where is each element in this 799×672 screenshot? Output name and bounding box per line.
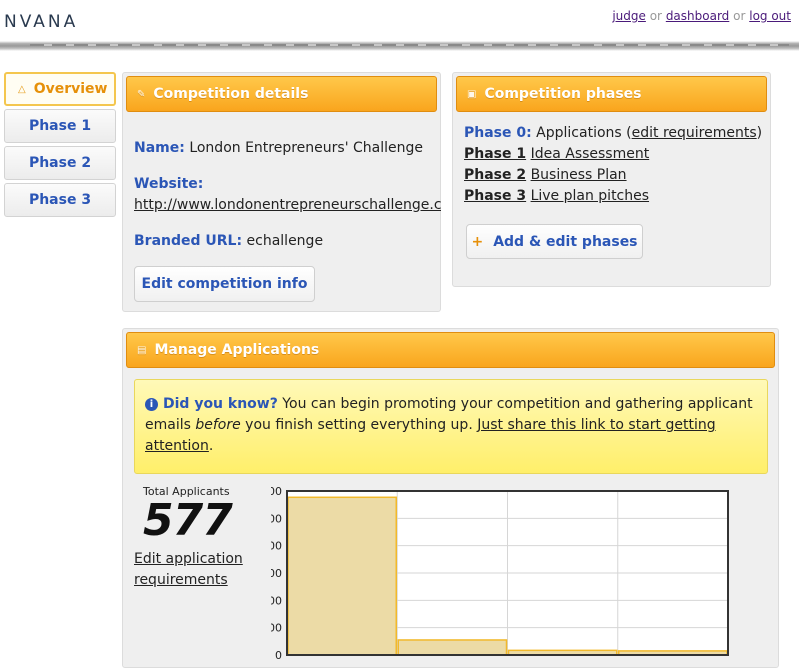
- phase-number[interactable]: Phase 3: [464, 188, 526, 204]
- nvana-logo: NVANA: [4, 12, 79, 32]
- header-divider: [0, 41, 799, 51]
- y-tick-label: 100: [271, 622, 282, 635]
- sidebar-item-label: Overview: [33, 81, 108, 97]
- edit-application-requirements: Edit application requirements: [134, 549, 244, 591]
- phase-3-row[interactable]: Phase 3 Live plan pitches: [464, 188, 649, 204]
- sidebar-item-label: Phase 2: [28, 155, 92, 171]
- separator-or: or: [649, 9, 662, 23]
- sidebar-item-label: Phase 3: [28, 192, 92, 208]
- edit-application-requirements-link[interactable]: Edit application requirements: [134, 551, 243, 588]
- notice-emphasis: before: [195, 417, 241, 433]
- sidebar-item-phase-1[interactable]: Phase 1: [4, 109, 116, 143]
- name-value: London Entrepreneurs' Challenge: [189, 140, 423, 156]
- phase-0-row: Phase 0: Applications (edit requirements…: [464, 125, 762, 141]
- phase-0-name: Applications: [536, 125, 622, 141]
- sidebar-item-overview[interactable]: △ Overview: [4, 72, 116, 106]
- y-tick-label: 400: [271, 540, 282, 553]
- logout-link[interactable]: log out: [749, 9, 791, 23]
- pencil-icon: ✎: [137, 88, 146, 100]
- branded-url-label: Branded URL:: [134, 233, 243, 249]
- phase-number[interactable]: Phase 1: [464, 146, 526, 162]
- y-tick-label: 600: [271, 485, 282, 498]
- phase-number[interactable]: Phase 2: [464, 167, 526, 183]
- y-tick-label: 0: [275, 649, 282, 662]
- home-icon: △: [18, 83, 26, 95]
- plus-icon: +: [471, 233, 484, 250]
- sidebar-item-label: Phase 1: [28, 118, 92, 134]
- website-row: http://www.londonentrepreneurschallenge.…: [134, 197, 441, 213]
- name-row: Name: London Entrepreneurs' Challenge: [134, 140, 423, 156]
- total-applicants-count: 577: [143, 495, 233, 546]
- button-label: Add & edit phases: [493, 233, 638, 250]
- dashboard-link[interactable]: dashboard: [666, 9, 729, 23]
- bar: [397, 639, 508, 656]
- sidebar-nav: △ Overview Phase 1 Phase 2 Phase 3: [4, 72, 116, 220]
- bar: [287, 496, 397, 656]
- edit-requirements-link[interactable]: edit requirements: [632, 125, 757, 141]
- did-you-know-notice: i Did you know? You can begin promoting y…: [134, 379, 768, 474]
- y-tick-label: 500: [271, 512, 282, 525]
- paren-open: (: [621, 125, 632, 141]
- manage-applications-panel: ▤ Manage Applications i Did you know? You…: [122, 328, 779, 668]
- separator-or: or: [733, 9, 746, 23]
- phase-0-label: Phase 0:: [464, 125, 532, 141]
- competition-details-header: ✎ Competition details: [126, 76, 437, 112]
- branded-url-row: Branded URL: echallenge: [134, 233, 323, 249]
- did-you-know-label: Did you know?: [163, 396, 278, 412]
- phase-1-link[interactable]: Idea Assessment: [531, 146, 650, 162]
- info-icon: i: [145, 398, 158, 411]
- judge-link[interactable]: judge: [612, 9, 646, 23]
- panel-title: Competition details: [153, 86, 309, 102]
- notice-text: you finish setting everything up.: [240, 417, 478, 433]
- y-tick-label: 200: [271, 594, 282, 607]
- phase-2-link[interactable]: Business Plan: [531, 167, 627, 183]
- applicants-chart: 0 100 200 300 400 500 600: [271, 485, 729, 662]
- sidebar-item-phase-2[interactable]: Phase 2: [4, 146, 116, 180]
- name-label: Name:: [134, 140, 185, 156]
- edit-competition-info-button[interactable]: Edit competition info: [134, 266, 315, 302]
- panel-title: Manage Applications: [154, 342, 320, 358]
- add-edit-phases-button[interactable]: + Add & edit phases: [466, 224, 643, 259]
- competition-phases-panel: ▣ Competition phases Phase 0: Applicatio…: [452, 72, 771, 287]
- notice-text: .: [208, 438, 214, 454]
- competition-details-panel: ✎ Competition details Name: London Entre…: [122, 72, 441, 312]
- website-label: Website:: [134, 176, 204, 192]
- calendar-icon: ▣: [467, 88, 477, 100]
- top-nav-links: judge or dashboard or log out: [612, 9, 791, 23]
- competition-phases-header: ▣ Competition phases: [456, 76, 767, 112]
- website-link[interactable]: http://www.londonentrepreneurschallenge.…: [134, 197, 441, 213]
- branded-url-value: echallenge: [246, 233, 324, 249]
- manage-applications-header: ▤ Manage Applications: [126, 332, 775, 368]
- document-icon: ▤: [137, 344, 147, 356]
- phase-3-link[interactable]: Live plan pitches: [531, 188, 649, 204]
- paren-close: ): [756, 125, 763, 141]
- phase-2-row[interactable]: Phase 2 Business Plan: [464, 167, 627, 183]
- sidebar-item-phase-3[interactable]: Phase 3: [4, 183, 116, 217]
- phase-1-row[interactable]: Phase 1 Idea Assessment: [464, 146, 649, 162]
- y-tick-label: 300: [271, 567, 282, 580]
- panel-title: Competition phases: [484, 86, 642, 102]
